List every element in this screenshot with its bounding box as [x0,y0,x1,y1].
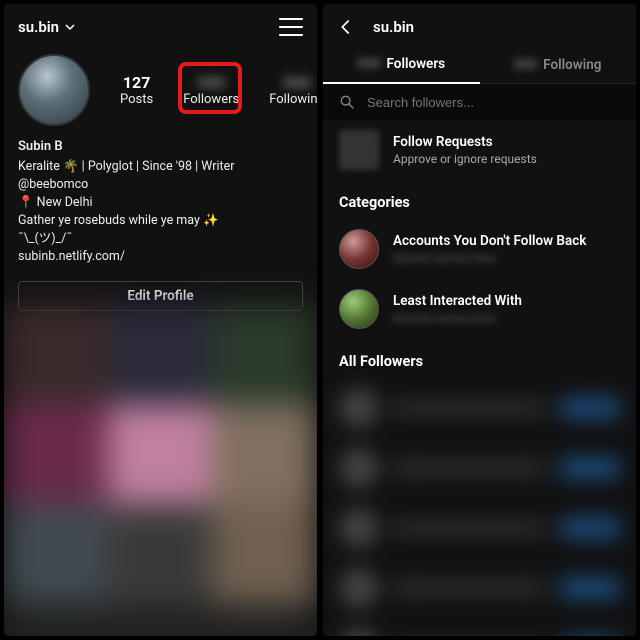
category-title: Least Interacted With [393,293,522,309]
list-item[interactable] [339,558,620,618]
category-not-following-back[interactable]: Accounts You Don't Follow Back blurred n… [323,219,636,279]
category-avatar [339,229,379,269]
stats-row: 127 Posts 000 Followers 000 Following [120,73,317,107]
stat-following-label: Following [269,92,317,107]
followers-header: su.bin [323,4,636,46]
followers-header-title: su.bin [373,18,414,36]
tab-followers-count: 000 [357,56,380,72]
list-item[interactable] [339,438,620,498]
all-followers-heading: All Followers [323,339,636,378]
back-arrow-icon[interactable] [337,18,355,36]
follow-tabs: 000 Followers 000 Following [323,46,636,84]
search-icon [339,94,355,110]
stat-posts-count: 127 [120,73,153,92]
bio-line: Gather ye rosebuds while ye may ✨ [18,212,303,230]
stat-following-count: 000 [269,73,317,92]
menu-icon[interactable] [279,18,303,36]
stat-followers-count: 000 [183,73,239,92]
stat-following[interactable]: 000 Following [269,73,317,107]
profile-summary-row: 127 Posts 000 Followers 000 Following [4,46,317,132]
profile-header: su.bin [4,4,317,46]
tab-following[interactable]: 000 Following [480,46,637,84]
bio-line: Keralite 🌴 | Polyglot | Since '98 | Writ… [18,158,303,194]
list-item[interactable] [339,378,620,438]
chevron-down-icon [65,22,75,32]
bio-line: 📍 New Delhi [18,194,303,212]
bio-block: Subin B Keralite 🌴 | Polyglot | Since '9… [4,132,317,277]
stat-followers-label: Followers [183,92,239,107]
category-title: Accounts You Don't Follow Back [393,233,586,249]
category-sub-blurred: blurred names here [393,251,586,265]
tab-followers[interactable]: 000 Followers [323,46,480,84]
username-selector[interactable]: su.bin [18,18,75,36]
avatar[interactable] [18,54,90,126]
follow-requests-title: Follow Requests [393,134,537,150]
categories-heading: Categories [323,180,636,219]
posts-grid-blurred [4,304,317,636]
follow-requests-row[interactable]: Follow Requests Approve or ignore reques… [323,120,636,180]
followers-screen: su.bin 000 Followers 000 Following Follo… [323,4,636,636]
search-input[interactable] [367,95,620,110]
stat-followers[interactable]: 000 Followers [183,73,239,107]
category-sub-blurred: blurred names here [393,311,522,325]
tab-followers-label: Followers [387,56,446,72]
category-least-interacted[interactable]: Least Interacted With blurred names here [323,279,636,339]
follow-requests-thumb [339,130,379,170]
bio-line: ¯\_(ツ)_/¯ [18,230,303,248]
username-text: su.bin [18,18,59,36]
category-avatar [339,289,379,329]
tab-following-count: 000 [514,57,537,73]
tab-following-label: Following [543,57,601,73]
bio-link[interactable]: subinb.netlify.com/ [18,248,303,266]
list-item[interactable] [339,498,620,558]
list-item[interactable] [339,618,620,636]
follow-requests-sub: Approve or ignore requests [393,152,537,166]
bio-name: Subin B [18,138,303,157]
stat-posts[interactable]: 127 Posts [120,73,153,107]
all-followers-list-blurred [323,378,636,636]
profile-screen: su.bin 127 Posts 000 Followers [4,4,317,636]
search-row[interactable] [323,84,636,120]
stat-posts-label: Posts [120,92,153,107]
